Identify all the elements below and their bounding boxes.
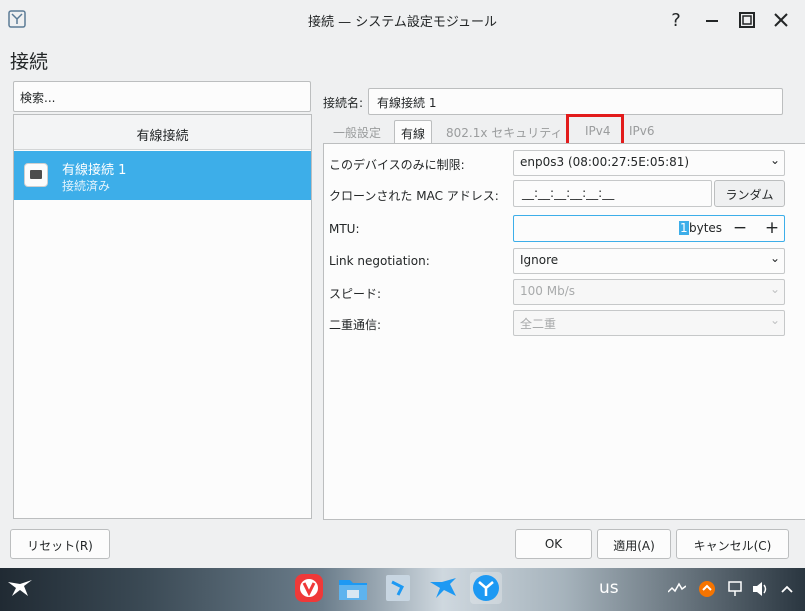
discover-button[interactable]: [427, 572, 459, 604]
connection-name-label: 接続名:: [323, 96, 364, 110]
speaker-icon: [753, 582, 767, 596]
network-status-button[interactable]: [726, 580, 744, 598]
restrict-device-label: このデバイスのみに制限:: [329, 158, 465, 172]
cancel-button[interactable]: キャンセル(C): [676, 529, 789, 559]
speed-select[interactable]: 100 Mb/s ⌄: [513, 279, 785, 305]
start-menu-icon: [8, 580, 32, 596]
maximize-icon: [739, 12, 755, 28]
page-title: 接続: [10, 51, 49, 73]
settings-tabs: 一般設定 有線 802.1x セキュリティ IPv4 IPv6: [323, 114, 805, 148]
ethernet-icon: [24, 163, 48, 187]
vivaldi-browser-button[interactable]: [293, 572, 325, 604]
taskbar: us: [0, 568, 805, 611]
connection-name-input[interactable]: 有線接続 1: [368, 88, 783, 115]
chevron-down-icon: ⌄: [769, 313, 780, 327]
connection-list-item[interactable]: 有線接続 1 接続済み: [14, 151, 311, 200]
close-icon: [774, 13, 788, 27]
chevron-down-icon: ⌄: [769, 282, 780, 296]
link-negotiation-select[interactable]: Ignore ⌄: [513, 248, 785, 274]
maximize-button[interactable]: [735, 8, 759, 32]
wired-tab-page: このデバイスのみに制限: enp0s3 (08:00:27:5E:05:81) …: [323, 143, 805, 520]
window-titlebar: 接続 — システム設定モジュール ?: [0, 0, 805, 40]
mtu-increment-button[interactable]: +: [758, 216, 786, 241]
bird-icon: [430, 578, 456, 598]
connection-group-header: 有線接続: [14, 115, 311, 150]
keyboard-layout-indicator[interactable]: us: [599, 578, 619, 598]
connection-status: 接続済み: [62, 179, 111, 193]
link-negotiation-label: Link negotiation:: [329, 254, 430, 268]
clone-mac-input[interactable]: __:__:__:__:__:__: [513, 180, 712, 207]
duplex-select[interactable]: 全二重 ⌄: [513, 310, 785, 336]
connection-name: 有線接続 1: [62, 163, 127, 178]
update-notifier-button[interactable]: [698, 580, 716, 598]
file-manager-button[interactable]: [337, 572, 369, 604]
ok-button[interactable]: OK: [515, 529, 592, 559]
wired-network-icon: [728, 581, 742, 596]
restrict-device-value: enp0s3 (08:00:27:5E:05:81): [520, 155, 690, 169]
system-tray-expand-button[interactable]: [778, 580, 796, 598]
chevron-up-icon: [781, 585, 793, 593]
connection-list: 有線接続 有線接続 1 接続済み: [13, 114, 312, 519]
mtu-label: MTU:: [329, 222, 360, 236]
speed-value: 100 Mb/s: [520, 284, 575, 298]
mtu-unit: bytes: [689, 221, 723, 235]
chevron-down-icon: ⌄: [769, 153, 780, 167]
help-button[interactable]: ?: [664, 8, 688, 32]
start-menu-button[interactable]: [4, 572, 36, 604]
tab-8021x-security[interactable]: 802.1x セキュリティ: [440, 120, 569, 143]
reset-button[interactable]: リセット(R): [10, 529, 110, 559]
activity-graph-icon: [668, 582, 686, 593]
mtu-decrement-button[interactable]: −: [726, 216, 754, 241]
random-mac-button[interactable]: ランダム: [714, 180, 785, 207]
minimize-icon: [706, 20, 718, 22]
speed-label: スピード:: [329, 287, 382, 301]
network-tray-button[interactable]: [668, 580, 686, 598]
connection-editor: 接続名: 有線接続 1 一般設定 有線 802.1x セキュリティ IPv4 I…: [323, 80, 805, 520]
vivaldi-icon: [295, 574, 323, 602]
package-icon: [386, 575, 410, 601]
system-settings-icon: [473, 575, 499, 601]
chevron-down-icon: ⌄: [769, 251, 780, 265]
link-negotiation-value: Ignore: [520, 253, 559, 267]
folder-icon: [339, 580, 367, 600]
restrict-device-select[interactable]: enp0s3 (08:00:27:5E:05:81) ⌄: [513, 150, 785, 176]
system-settings-taskbar-button[interactable]: [470, 572, 502, 604]
close-button[interactable]: [769, 8, 793, 32]
tab-ipv6[interactable]: IPv6: [623, 120, 661, 143]
apply-button[interactable]: 適用(A): [597, 529, 671, 559]
duplex-value: 全二重: [520, 317, 557, 331]
mtu-value: 1: [679, 221, 689, 235]
update-icon: [699, 581, 715, 597]
volume-button[interactable]: [752, 580, 770, 598]
minimize-button[interactable]: [700, 8, 724, 32]
clone-mac-label: クローンされた MAC アドレス:: [329, 189, 499, 203]
search-input[interactable]: 検索...: [13, 81, 311, 112]
package-manager-button[interactable]: [382, 572, 414, 604]
tab-general[interactable]: 一般設定: [327, 120, 387, 143]
duplex-label: 二重通信:: [329, 318, 382, 332]
tab-wired[interactable]: 有線: [394, 120, 433, 143]
mtu-spinbox[interactable]: 1 bytes − +: [513, 215, 785, 242]
